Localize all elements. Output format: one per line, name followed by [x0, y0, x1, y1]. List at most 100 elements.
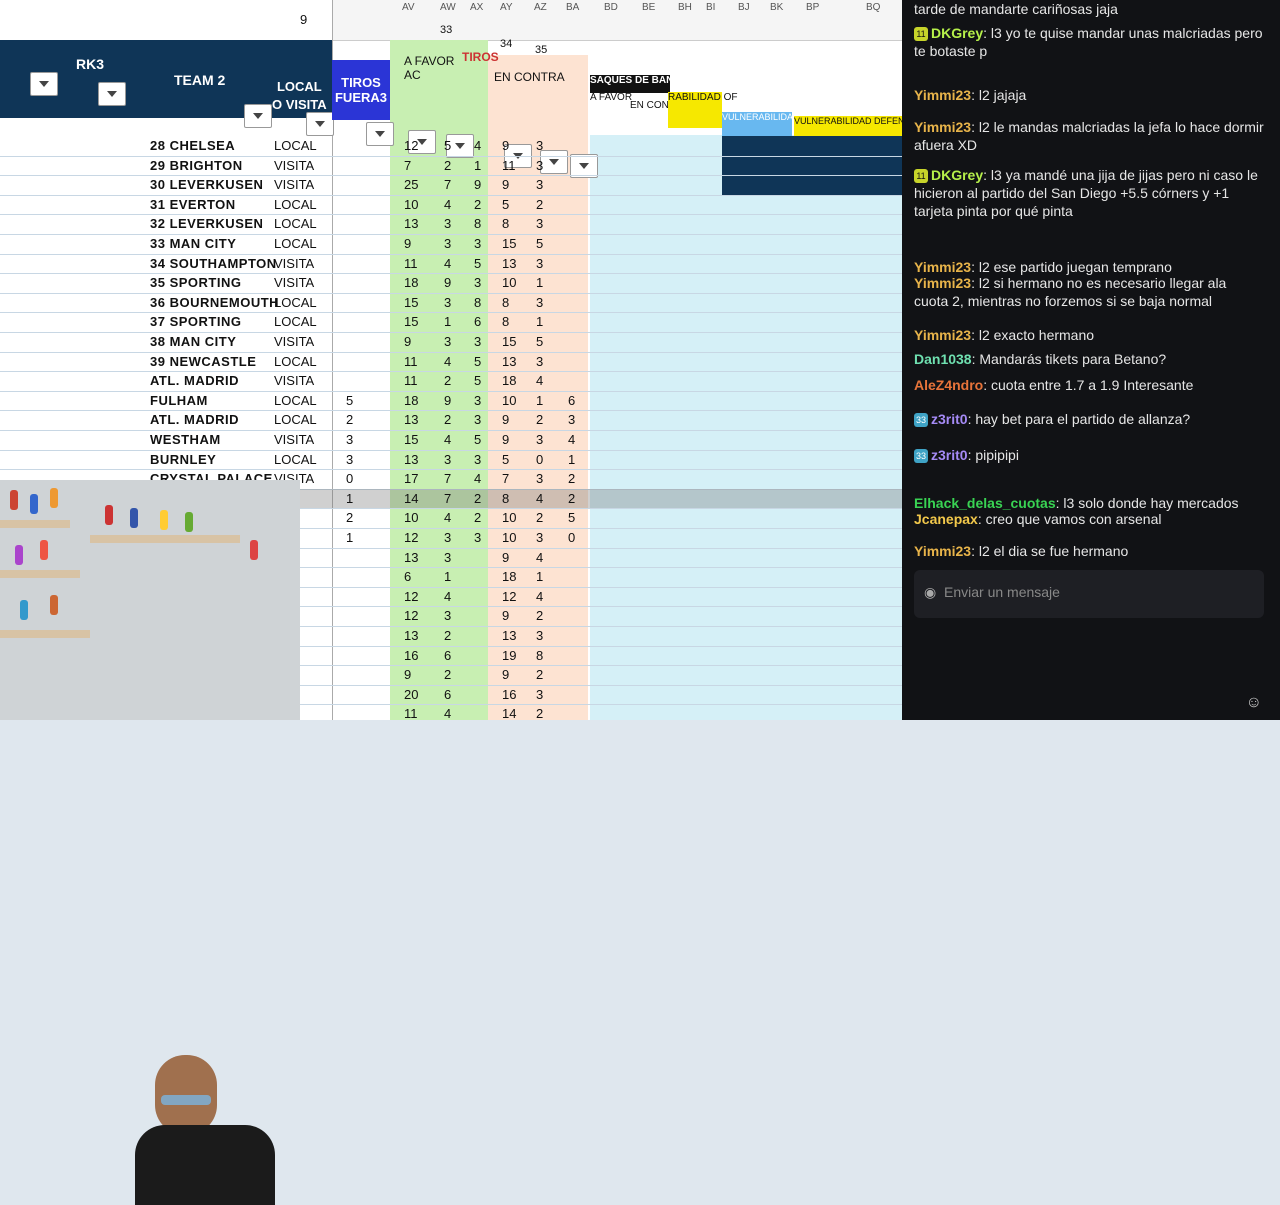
- tiros-favor-cell[interactable]: 7: [404, 158, 411, 173]
- team-cell[interactable]: 31 EVERTON: [150, 197, 236, 212]
- local-visita-cell[interactable]: VISITA: [274, 275, 314, 290]
- column-letter[interactable]: BQ: [866, 2, 880, 13]
- column-letter[interactable]: BD: [604, 2, 618, 13]
- tiros-favor-b-cell[interactable]: 9: [444, 275, 451, 290]
- tiros-favor-cell[interactable]: 13: [404, 412, 418, 427]
- tiros-contra-b-cell[interactable]: 5: [536, 236, 543, 251]
- tiros-favor-b-cell[interactable]: 3: [444, 530, 451, 545]
- tiros-contra-b-cell[interactable]: 3: [536, 216, 543, 231]
- tiros-favor-cell[interactable]: 15: [404, 295, 418, 310]
- tiros-contra-cell[interactable]: 10: [502, 393, 516, 408]
- local-visita-cell[interactable]: VISITA: [274, 177, 314, 192]
- tiros-contra-b-cell[interactable]: 4: [536, 589, 543, 604]
- table-row[interactable]: 31 EVERTON LOCAL 10 4 2 5 2: [0, 195, 1010, 216]
- tiros-favor-b-cell[interactable]: 3: [444, 452, 451, 467]
- tiros-favor-b-cell[interactable]: 2: [444, 628, 451, 643]
- chat-username[interactable]: Yimmi23: [914, 119, 971, 135]
- tiros-contra-b-cell[interactable]: 3: [536, 354, 543, 369]
- team-cell[interactable]: 33 MAN CITY: [150, 236, 236, 251]
- tiros-favor-cell[interactable]: 25: [404, 177, 418, 192]
- tiros-contra-b-cell[interactable]: 2: [536, 510, 543, 525]
- tiros-favor-cell[interactable]: 15: [404, 314, 418, 329]
- team-cell[interactable]: WESTHAM: [150, 432, 221, 447]
- tiros-favor-cell[interactable]: 13: [404, 628, 418, 643]
- tiros-contra-cell[interactable]: 10: [502, 510, 516, 525]
- tiros-contra-cell[interactable]: 5: [502, 452, 509, 467]
- tiros-contra-b-cell[interactable]: 0: [536, 452, 543, 467]
- table-row[interactable]: BURNLEY LOCAL 3 13 3 3 5 0 1: [0, 450, 1010, 471]
- tiros-contra-cell[interactable]: 5: [502, 197, 509, 212]
- tiros-favor-cell[interactable]: 20: [404, 687, 418, 702]
- tiros-contra-cell[interactable]: 10: [502, 530, 516, 545]
- tiros-favor-b-cell[interactable]: 4: [444, 510, 451, 525]
- column-letter[interactable]: BK: [770, 2, 783, 13]
- tiros-favor-b-cell[interactable]: 1: [444, 569, 451, 584]
- tiros-favor-c-cell[interactable]: 4: [474, 471, 481, 486]
- tiros-favor-b-cell[interactable]: 3: [444, 334, 451, 349]
- tiros-contra-b-cell[interactable]: 3: [536, 138, 543, 153]
- tiros-favor-cell[interactable]: 11: [404, 706, 418, 720]
- tiros-contra-b-cell[interactable]: 2: [536, 412, 543, 427]
- tiros-contra-c-cell[interactable]: 6: [568, 393, 575, 408]
- tiros-fuera-cell[interactable]: 1: [346, 491, 353, 506]
- tiros-favor-b-cell[interactable]: 4: [444, 354, 451, 369]
- tiros-contra-cell[interactable]: 13: [502, 628, 516, 643]
- tiros-contra-c-cell[interactable]: 2: [568, 491, 575, 506]
- table-row[interactable]: 28 CHELSEA LOCAL 12 5 4 9 3: [0, 136, 1010, 157]
- team-cell[interactable]: 30 LEVERKUSEN: [150, 177, 263, 192]
- local-visita-cell[interactable]: LOCAL: [274, 138, 317, 153]
- tiros-contra-b-cell[interactable]: 3: [536, 295, 543, 310]
- tiros-fuera-cell[interactable]: 2: [346, 510, 353, 525]
- tiros-favor-c-cell[interactable]: 3: [474, 452, 481, 467]
- table-row[interactable]: ATL. MADRID VISITA 11 2 5 18 4: [0, 371, 1010, 392]
- tiros-contra-cell[interactable]: 9: [502, 550, 509, 565]
- tiros-fuera-cell[interactable]: 2: [346, 412, 353, 427]
- tiros-contra-cell[interactable]: 16: [502, 687, 516, 702]
- tiros-contra-cell[interactable]: 18: [502, 569, 516, 584]
- tiros-contra-cell[interactable]: 13: [502, 354, 516, 369]
- tiros-contra-cell[interactable]: 12: [502, 589, 516, 604]
- tiros-contra-b-cell[interactable]: 3: [536, 530, 543, 545]
- tiros-favor-c-cell[interactable]: 5: [474, 256, 481, 271]
- chat-gift-icon[interactable]: ◉: [924, 584, 936, 601]
- tiros-favor-c-cell[interactable]: 8: [474, 295, 481, 310]
- tiros-favor-cell[interactable]: 12: [404, 138, 418, 153]
- emote-icon[interactable]: ☺: [1246, 694, 1262, 712]
- tiros-contra-b-cell[interactable]: 4: [536, 550, 543, 565]
- column-letter[interactable]: AZ: [534, 2, 547, 13]
- tiros-favor-cell[interactable]: 13: [404, 452, 418, 467]
- chat-username[interactable]: DKGrey: [931, 25, 983, 41]
- tiros-contra-cell[interactable]: 15: [502, 236, 516, 251]
- table-row[interactable]: 37 SPORTING LOCAL 15 1 6 8 1: [0, 312, 1010, 333]
- team-cell[interactable]: 38 MAN CITY: [150, 334, 236, 349]
- tiros-fuera-cell[interactable]: 3: [346, 452, 353, 467]
- chat-username[interactable]: z3rit0: [931, 447, 968, 463]
- local-visita-cell[interactable]: VISITA: [274, 334, 314, 349]
- tiros-fuera-cell[interactable]: 1: [346, 530, 353, 545]
- tiros-favor-c-cell[interactable]: 1: [474, 158, 481, 173]
- tiros-favor-c-cell[interactable]: 2: [474, 510, 481, 525]
- tiros-favor-c-cell[interactable]: 2: [474, 197, 481, 212]
- tiros-favor-b-cell[interactable]: 2: [444, 373, 451, 388]
- tiros-favor-b-cell[interactable]: 4: [444, 706, 451, 720]
- tiros-favor-cell[interactable]: 11: [404, 373, 418, 388]
- tiros-favor-b-cell[interactable]: 3: [444, 295, 451, 310]
- column-letter[interactable]: BI: [706, 2, 715, 13]
- tiros-favor-cell[interactable]: 10: [404, 197, 418, 212]
- tiros-favor-b-cell[interactable]: 2: [444, 667, 451, 682]
- tiros-contra-b-cell[interactable]: 8: [536, 648, 543, 663]
- tiros-contra-cell[interactable]: 14: [502, 706, 516, 720]
- tiros-favor-b-cell[interactable]: 3: [444, 216, 451, 231]
- tiros-favor-c-cell[interactable]: 3: [474, 236, 481, 251]
- tiros-contra-b-cell[interactable]: 4: [536, 373, 543, 388]
- table-row[interactable]: 38 MAN CITY VISITA 9 3 3 15 5: [0, 332, 1010, 353]
- table-row[interactable]: 34 SOUTHAMPTON VISITA 11 4 5 13 3: [0, 254, 1010, 275]
- tiros-contra-b-cell[interactable]: 5: [536, 334, 543, 349]
- team-cell[interactable]: 28 CHELSEA: [150, 138, 235, 153]
- column-letter[interactable]: AV: [402, 2, 415, 13]
- table-row[interactable]: 36 BOURNEMOUTH LOCAL 15 3 8 8 3: [0, 293, 1010, 314]
- tiros-favor-cell[interactable]: 11: [404, 256, 418, 271]
- team-cell[interactable]: 34 SOUTHAMPTON: [150, 256, 277, 271]
- tiros-favor-cell[interactable]: 12: [404, 530, 418, 545]
- tiros-contra-cell[interactable]: 8: [502, 216, 509, 231]
